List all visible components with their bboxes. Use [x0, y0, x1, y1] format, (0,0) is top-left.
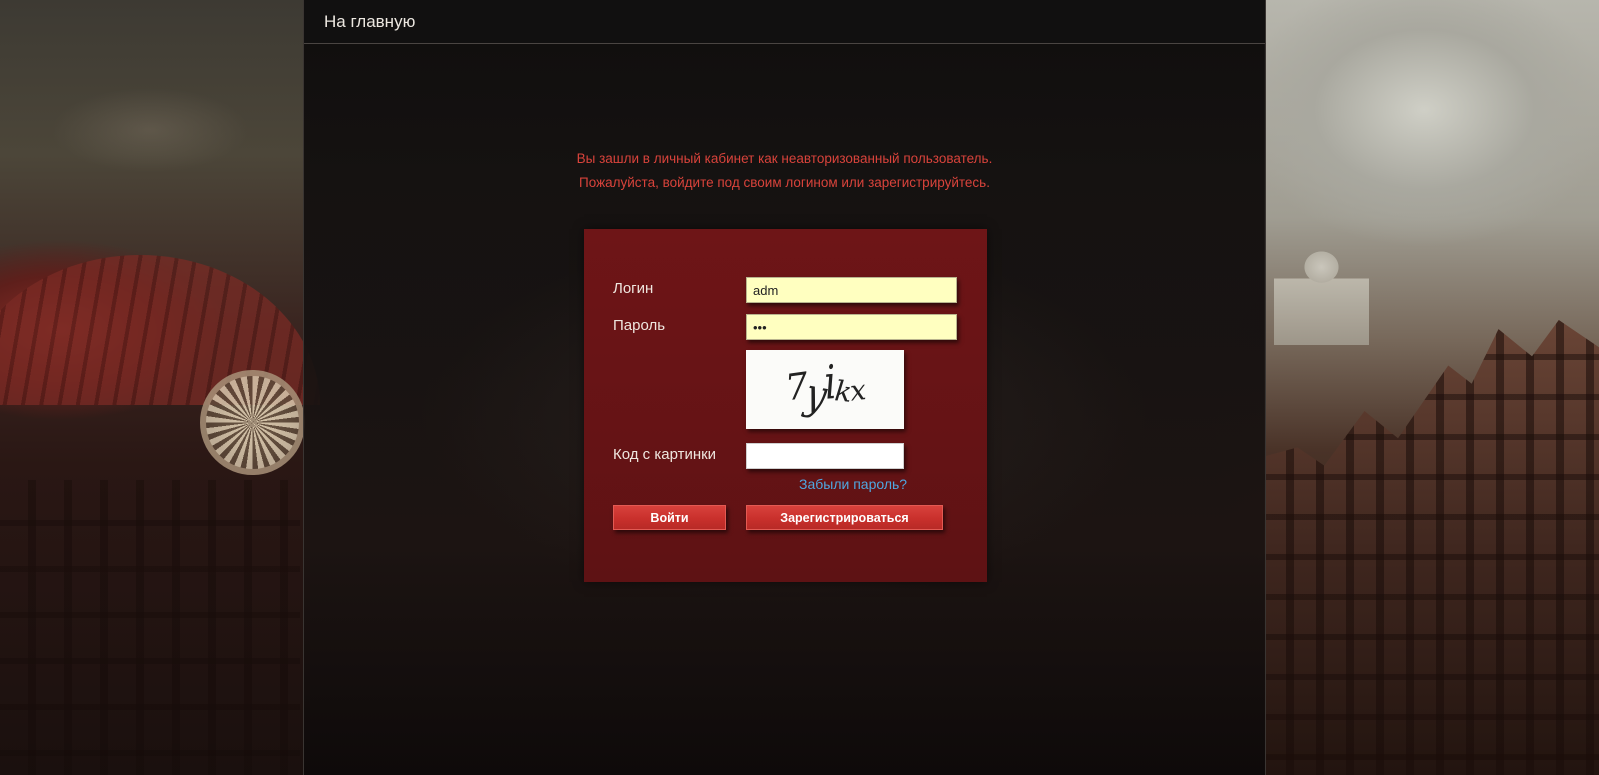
password-label: Пароль: [613, 317, 666, 334]
login-form: Логин Пароль 7yikx Код с картинки Забыли…: [584, 229, 987, 582]
home-link[interactable]: На главную: [324, 12, 415, 32]
rose-window-decoration: [200, 370, 305, 475]
login-input[interactable]: [746, 277, 957, 303]
captcha-image: 7yikx: [746, 350, 904, 429]
palace-decoration: [1274, 250, 1369, 345]
captcha-input[interactable]: [746, 443, 904, 469]
login-button[interactable]: Войти: [613, 505, 726, 530]
login-label: Логин: [613, 280, 654, 297]
notice-line-1: Вы зашли в личный кабинет как неавторизо…: [576, 151, 993, 166]
captcha-text: 7yikx: [783, 356, 866, 422]
forgot-password-link[interactable]: Забыли пароль?: [799, 476, 907, 492]
register-button[interactable]: Зарегистрироваться: [746, 505, 943, 530]
unauthorized-notice: Вы зашли в личный кабинет как неавторизо…: [304, 147, 1265, 195]
building-windows-decoration: [0, 480, 300, 775]
top-navigation-bar: На главную: [304, 0, 1265, 44]
background-scenery-right: [1264, 0, 1599, 775]
password-input[interactable]: [746, 314, 957, 340]
notice-line-2: Пожалуйста, войдите под своим логином ил…: [579, 175, 990, 190]
background-scenery-left: [0, 0, 320, 775]
city-decoration: [1264, 320, 1599, 775]
captcha-label: Код с картинки: [613, 446, 717, 463]
main-content-panel: На главную Вы зашли в личный кабинет как…: [303, 0, 1266, 775]
